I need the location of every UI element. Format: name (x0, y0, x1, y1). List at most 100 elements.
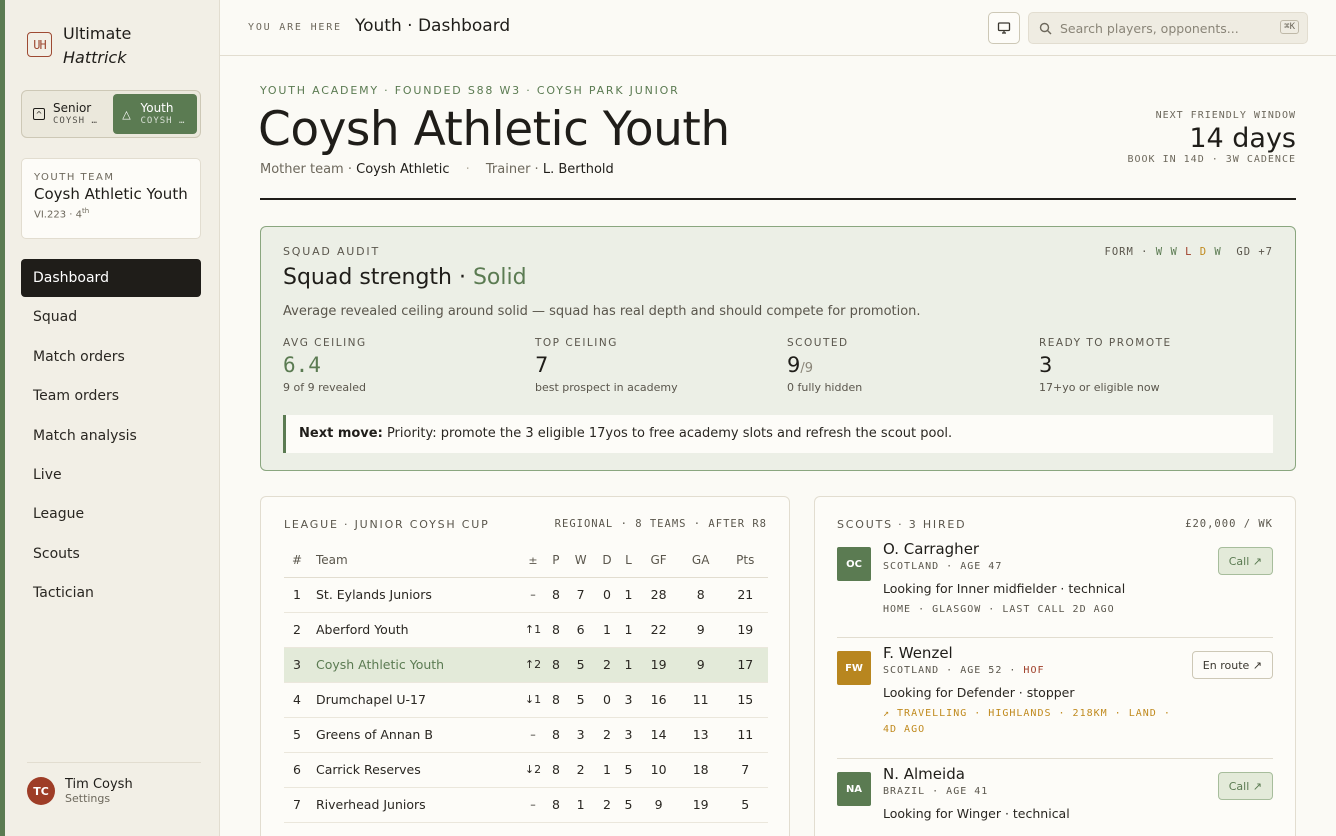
stat-value: 6.4 (283, 353, 321, 377)
scout-badge: FW (837, 651, 871, 685)
breadcrumb: Youth · Dashboard (355, 16, 511, 36)
sidebar-item-match-analysis[interactable]: Match analysis (21, 417, 201, 455)
column-header: Team (310, 544, 520, 578)
scout-badge: NA (837, 772, 871, 806)
goals-for-cell: 14 (638, 717, 679, 753)
goals-against-cell: 8 (678, 577, 723, 613)
column-header: GA (678, 544, 723, 578)
audit-title: Squad strength · Solid (283, 265, 527, 290)
next-move-text: Priority: promote the 3 eligible 17yos t… (386, 426, 953, 441)
league-panel: LEAGUE · JUNIOR COYSH CUP REGIONAL · 8 T… (260, 496, 790, 836)
call-scout-button[interactable]: Call ↗ (1217, 547, 1273, 575)
played-cell: 8 (546, 752, 566, 788)
wins-cell: 5 (565, 682, 596, 718)
table-row[interactable]: 6 Carrick Reserves ↓2 8 2 1 5 10 18 7 (284, 752, 768, 788)
team-card-league: VI.223 · 4 (34, 209, 82, 221)
en-route-button[interactable]: En route ↗ (1191, 651, 1273, 679)
stat-label: SCOUTED (787, 337, 849, 349)
goals-for-cell: 22 (638, 612, 679, 648)
scout-name[interactable]: N. Almeida (883, 765, 1173, 783)
scouts-panel: SCOUTS · 3 HIRED £20,000 / WK OC O. Carr… (814, 496, 1296, 836)
page-eyebrow: YOUTH ACADEMY · FOUNDED S88 W3 · COYSH P… (260, 84, 680, 97)
next-window-value: 14 days (1189, 123, 1296, 154)
losses-cell: 5 (618, 787, 639, 823)
stat-value: 3 (1039, 353, 1053, 377)
stat-top-ceiling: TOP CEILING 7 best prospect in academy (535, 337, 678, 394)
sidebar-item-team-orders[interactable]: Team orders (21, 377, 201, 415)
goals-for-cell: 10 (638, 752, 679, 788)
table-row[interactable]: 7 Riverhead Juniors –8 1 2 5 9 19 5 (284, 787, 768, 823)
played-cell: 8 (546, 717, 566, 753)
draws-cell: 2 (595, 787, 619, 823)
column-header: W (565, 544, 596, 578)
rank-cell: 1 (284, 577, 310, 613)
movement-cell: – (520, 577, 546, 613)
scouts-label: SCOUTS · 3 HIRED (837, 518, 967, 531)
sidebar-item-squad[interactable]: Squad (21, 298, 201, 336)
movement-cell: ↑2 (520, 647, 546, 683)
league-table: # Team ± P W D L GF GA Pts 1 St. Eylands … (284, 544, 768, 823)
search-shortcut: ⌘K (1280, 20, 1299, 34)
played-cell: 8 (546, 577, 566, 613)
scout-name[interactable]: F. Wenzel (883, 644, 1173, 662)
column-header: # (284, 544, 310, 578)
points-cell: 15 (722, 682, 768, 718)
sidebar-item-match-orders[interactable]: Match orders (21, 338, 201, 376)
movement-cell: ↓1 (520, 682, 546, 718)
scout-name[interactable]: O. Carragher (883, 540, 1173, 558)
scout-badge: OC (837, 547, 871, 581)
sidebar-item-scouts[interactable]: Scouts (21, 535, 201, 573)
switch-youth[interactable]: △ Youth COYSH … (112, 94, 197, 134)
team-cell: Riverhead Juniors (310, 787, 520, 823)
user-menu[interactable]: TC Tim Coysh Settings (27, 762, 201, 805)
stat-avg-ceiling: AVG CEILING 6.4 9 of 9 revealed (283, 337, 367, 394)
team-card[interactable]: YOUTH TEAM Coysh Athletic Youth VI.223 ·… (21, 158, 201, 239)
goals-for-cell: 28 (638, 577, 679, 613)
topbar: YOU ARE HERE Youth · Dashboard ⌘K (220, 0, 1336, 56)
column-header: GF (638, 544, 679, 578)
table-row[interactable]: 5 Greens of Annan B –8 3 2 3 14 13 11 (284, 717, 768, 753)
sidebar-item-live[interactable]: Live (21, 456, 201, 494)
rank-cell: 3 (284, 647, 310, 683)
form-guide: FORM · W W L D W GD +7 (1105, 246, 1273, 258)
scout-meta-text: SCOTLAND · AGE 52 · (883, 665, 1017, 676)
points-cell: 11 (722, 717, 768, 753)
table-row[interactable]: 4 Drumchapel U-17 ↓1 8 5 0 3 16 11 15 (284, 682, 768, 718)
mother-team-link[interactable]: Coysh Athletic (356, 162, 449, 177)
scouts-cost: £20,000 / WK (1185, 518, 1273, 530)
next-friendly-window: NEXT FRIENDLY WINDOW 14 days BOOK IN 14D… (1128, 110, 1297, 165)
losses-cell: 3 (618, 682, 639, 718)
table-row[interactable]: 1 St. Eylands Juniors –8 7 0 1 28 8 21 (284, 577, 768, 613)
shield-icon: ^ (33, 108, 45, 120)
brand[interactable]: UH Ultimate Hattrick (27, 22, 131, 70)
losses-cell: 1 (618, 647, 639, 683)
points-cell: 21 (722, 577, 768, 613)
display-mode-button[interactable] (988, 12, 1020, 44)
rank-cell: 7 (284, 787, 310, 823)
goals-for-cell: 16 (638, 682, 679, 718)
team-switcher: ^ Senior COYSH … △ Youth COYSH … (21, 90, 201, 138)
sidebar-item-league[interactable]: League (21, 495, 201, 533)
sidebar-item-tactician[interactable]: Tactician (21, 574, 201, 612)
search-input[interactable] (1060, 20, 1270, 36)
team-cell: Drumchapel U-17 (310, 682, 520, 718)
rank-cell: 6 (284, 752, 310, 788)
rank-cell: 4 (284, 682, 310, 718)
points-cell: 7 (722, 752, 768, 788)
stat-sub: best prospect in academy (535, 381, 678, 394)
switch-youth-title: Youth (140, 101, 174, 115)
call-scout-button[interactable]: Call ↗ (1217, 772, 1273, 800)
goals-against-cell: 13 (678, 717, 723, 753)
settings-link[interactable]: Settings (65, 792, 133, 805)
sidebar-item-dashboard[interactable]: Dashboard (21, 259, 201, 297)
switch-senior[interactable]: ^ Senior COYSH … (25, 94, 110, 134)
table-row[interactable]: 2 Aberford Youth ↑1 8 6 1 1 22 9 19 (284, 612, 768, 648)
scout-meta: BRAZIL · AGE 41 (883, 786, 1173, 797)
movement-cell: ↑1 (520, 612, 546, 648)
draws-cell: 0 (595, 577, 619, 613)
draws-cell: 0 (595, 682, 619, 718)
wins-cell: 1 (565, 787, 596, 823)
switch-youth-sub: COYSH … (140, 116, 186, 126)
breadcrumb-label: YOU ARE HERE (248, 22, 342, 33)
table-row[interactable]: 3 Coysh Athletic Youth ↑2 8 5 2 1 19 9 17 (284, 647, 768, 683)
